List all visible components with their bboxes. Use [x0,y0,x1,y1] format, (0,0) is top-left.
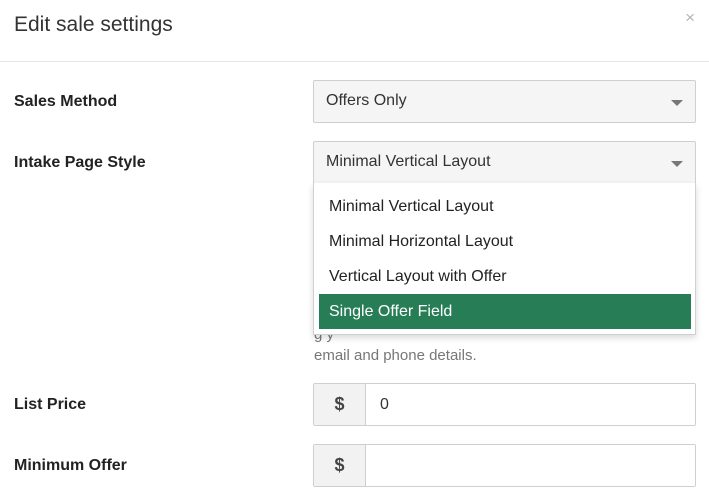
intake-page-style-select[interactable]: Minimal Vertical Layout [313,141,696,184]
minimum-offer-input-group: $ [313,444,696,487]
list-price-input[interactable] [367,384,695,425]
option-vertical-layout-with-offer[interactable]: Vertical Layout with Offer [319,259,691,294]
modal-header: Edit sale settings × [0,0,709,62]
chevron-down-icon [671,161,683,167]
close-icon[interactable]: × [685,9,695,26]
currency-addon: $ [314,384,366,425]
list-price-input-group: $ [313,383,696,426]
minimum-offer-label: Minimum Offer [14,457,127,474]
intake-page-style-dropdown: Minimal Vertical Layout Minimal Horizont… [313,183,696,335]
intake-page-style-value: Minimal Vertical Layout [326,153,491,170]
sales-method-label: Sales Method [14,93,118,110]
option-minimal-vertical-layout[interactable]: Minimal Vertical Layout [319,189,691,224]
sales-method-select[interactable]: Offers Only [313,80,696,123]
modal-title: Edit sale settings [14,13,173,36]
chevron-down-icon [671,100,683,106]
intake-help-text: email and phone details. [314,347,477,364]
intake-page-style-label: Intake Page Style [14,154,146,171]
option-single-offer-field[interactable]: Single Offer Field [319,294,691,329]
edit-sale-settings-modal: Edit sale settings × Sales Method Offers… [0,0,709,504]
currency-addon: $ [314,445,366,486]
minimum-offer-input[interactable] [367,445,695,486]
sales-method-value: Offers Only [326,92,407,109]
list-price-label: List Price [14,396,87,413]
option-minimal-horizontal-layout[interactable]: Minimal Horizontal Layout [319,224,691,259]
